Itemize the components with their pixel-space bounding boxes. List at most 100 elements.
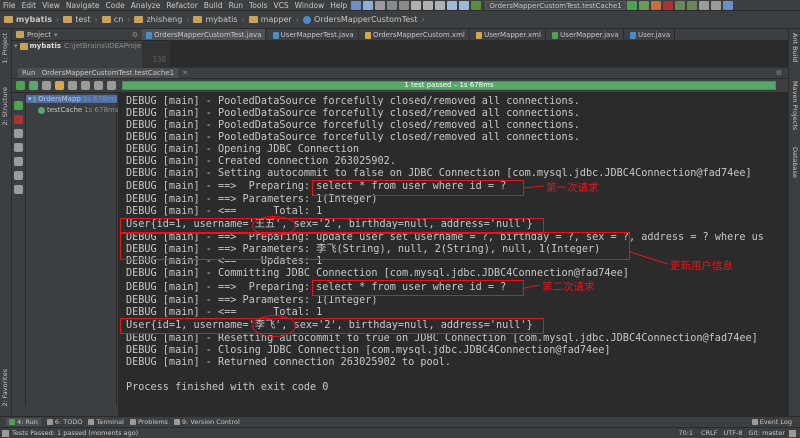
menu-view[interactable]: View [39, 1, 63, 10]
tool-tab-database[interactable]: Database [791, 147, 799, 178]
tool-tab-favorites[interactable]: 2: Favorites [1, 369, 9, 407]
test-passed-icon [32, 95, 37, 103]
soft-wrap-icon[interactable] [14, 143, 23, 152]
tool-tab-ant-build[interactable]: Ant Build [791, 33, 799, 63]
menu-window[interactable]: Window [292, 1, 328, 10]
tool-window-terminal[interactable]: Terminal [88, 418, 124, 426]
tool-window-version-control[interactable]: 9: Version Control [173, 418, 240, 426]
line-separator[interactable]: CRLF [701, 429, 717, 437]
menu-build[interactable]: Build [201, 1, 226, 10]
menu-navigate[interactable]: Navigate [63, 1, 103, 10]
run-configuration-select[interactable]: OrdersMapperCustomTest.testCache1 [485, 0, 626, 10]
cut-icon[interactable] [411, 0, 422, 10]
lock-icon[interactable] [789, 429, 796, 437]
coverage-icon[interactable] [650, 0, 661, 10]
run-icon[interactable] [626, 0, 637, 10]
sync-icon[interactable] [375, 0, 386, 10]
tab-user-java[interactable]: User.java [626, 29, 676, 40]
chevron-down-icon[interactable]: ▾ [54, 31, 58, 39]
tab-user-mapper-java[interactable]: UserMapper.java [548, 29, 624, 40]
menu-code[interactable]: Code [103, 1, 128, 10]
status-message: Tests Passed: 1 passed (moments ago) [12, 429, 139, 437]
collapse-all-icon[interactable] [81, 81, 90, 90]
undo-icon[interactable] [387, 0, 398, 10]
sdk-icon[interactable] [710, 0, 721, 10]
tab-user-mapper-xml[interactable]: UserMapper.xml [472, 29, 546, 40]
settings-icon[interactable] [698, 0, 709, 10]
make-icon[interactable] [471, 0, 482, 10]
vcs-update-icon[interactable] [674, 0, 685, 10]
breadcrumb-item[interactable]: test › [63, 15, 98, 24]
menu-run[interactable]: Run [226, 1, 246, 10]
annotation-box-first-query [312, 180, 524, 196]
find-icon[interactable] [447, 0, 458, 10]
code-editor[interactable]: 130 [142, 41, 788, 68]
vcs-commit-icon[interactable] [686, 0, 697, 10]
breadcrumb-item[interactable]: cn › [101, 15, 130, 24]
menu-help[interactable]: Help [327, 1, 350, 10]
menu-analyze[interactable]: Analyze [128, 1, 164, 10]
tool-windows-icon[interactable] [2, 429, 9, 437]
tab-orders-mapper-custom-test[interactable]: OrdersMapperCustomTest.java [142, 29, 267, 40]
menu-file[interactable]: File [0, 1, 19, 10]
annotation-first-query: 第一次请求 [546, 182, 599, 194]
tool-window-run[interactable]: 4: Run [6, 418, 41, 426]
stop-icon[interactable] [662, 0, 673, 10]
settings-icon[interactable]: ⚙ [132, 31, 138, 39]
editor-tabs: OrdersMapperCustomTest.java UserMapperTe… [142, 29, 788, 41]
test-settings-icon[interactable] [107, 81, 116, 90]
clear-icon[interactable] [14, 171, 23, 180]
expand-arrow-icon[interactable]: ▾ [14, 42, 18, 50]
pin-icon[interactable] [14, 185, 23, 194]
menu-tools[interactable]: Tools [246, 1, 270, 10]
breadcrumb-item[interactable]: OrdersMapperCustomTest › [303, 15, 425, 24]
tab-orders-mapper-custom-xml[interactable]: OrdersMapperCustom.xml [361, 29, 470, 40]
tool-tab-maven-projects[interactable]: Maven Projects [791, 81, 799, 130]
test-suite-row[interactable]: ▾ OrdersMapp 1s 678ms [26, 95, 117, 103]
sort-icon[interactable] [55, 81, 64, 90]
tree-item-mybatis[interactable]: ▾ mybatis C:\JetBrains\IDEAProje [14, 42, 141, 50]
rerun-icon[interactable] [16, 81, 25, 90]
open-icon[interactable] [351, 0, 362, 10]
menu-refactor[interactable]: Refactor [163, 1, 200, 10]
stop-icon[interactable] [14, 115, 23, 124]
tool-tab-structure[interactable]: 2: Structure [1, 87, 9, 126]
breadcrumb-item[interactable]: zhisheng › [134, 15, 189, 24]
test-runner-toolbar: 1 test passed – 1s 678ms [12, 79, 788, 93]
scroll-to-end-icon[interactable] [14, 129, 23, 138]
help-icon[interactable] [722, 0, 733, 10]
caret-position[interactable]: 70:1 [678, 429, 693, 437]
breadcrumb-item[interactable]: mapper › [248, 15, 299, 24]
vcs-branch[interactable]: Git: master [748, 429, 785, 437]
print-icon[interactable] [14, 157, 23, 166]
debug-icon[interactable] [638, 0, 649, 10]
paste-icon[interactable] [435, 0, 446, 10]
replace-icon[interactable] [459, 0, 470, 10]
breadcrumb-item[interactable]: mybatis › [193, 15, 245, 24]
expand-all-icon[interactable] [68, 81, 77, 90]
redo-icon[interactable] [399, 0, 410, 10]
file-encoding[interactable]: UTF-8 [723, 429, 742, 437]
project-view-select[interactable]: Project [27, 31, 51, 39]
console-line: DEBUG [main] - ==> Parameters: 1(Integer… [126, 295, 378, 306]
test-case-row[interactable]: testCache 1s 678ms [26, 106, 118, 114]
show-ignored-icon[interactable] [42, 81, 51, 90]
test-results-tree: ▾ OrdersMapp 1s 678ms testCache 1s 678ms [26, 93, 118, 406]
export-icon[interactable] [94, 81, 103, 90]
menu-edit[interactable]: Edit [19, 1, 40, 10]
settings-icon[interactable]: ⚙ [776, 69, 782, 77]
tab-user-mapper-test[interactable]: UserMapperTest.java [269, 29, 359, 40]
breadcrumb-item[interactable]: mybatis › [4, 15, 59, 24]
copy-icon[interactable] [423, 0, 434, 10]
tool-window-event-log[interactable]: Event Log [751, 418, 792, 426]
run-again-icon[interactable] [14, 101, 23, 110]
show-passed-icon[interactable] [29, 81, 38, 90]
tool-window-todo[interactable]: 6: TODO [46, 418, 82, 426]
save-icon[interactable] [363, 0, 374, 10]
expand-arrow-icon[interactable]: ▾ [28, 95, 32, 103]
run-tab[interactable]: Run OrdersMapperCustomTest.testCache1 [18, 68, 179, 78]
tool-tab-project[interactable]: 1: Project [1, 33, 9, 64]
menu-vcs[interactable]: VCS [270, 1, 291, 10]
tool-window-problems[interactable]: Problems [129, 418, 168, 426]
close-icon[interactable]: ✕ [182, 69, 188, 77]
